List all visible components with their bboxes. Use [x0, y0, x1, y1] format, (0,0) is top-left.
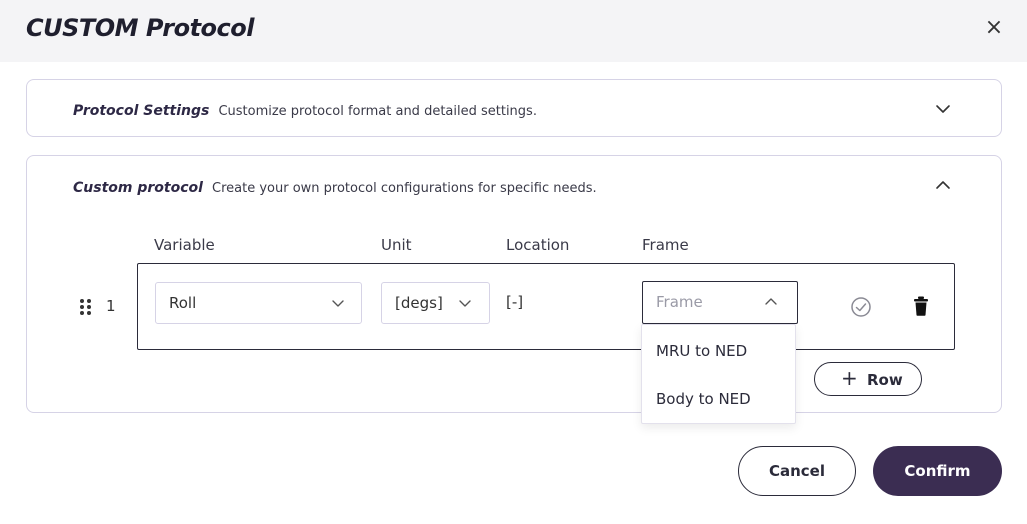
chevron-down-icon[interactable] — [933, 99, 953, 119]
column-header-unit: Unit — [381, 236, 412, 254]
location-value: [-] — [506, 293, 524, 311]
custom-protocol-title: Custom protocol — [73, 180, 203, 196]
protocol-settings-header: Protocol Settings Customize protocol for… — [73, 100, 537, 119]
close-icon[interactable]: × — [982, 16, 1006, 40]
chevron-down-icon — [332, 300, 344, 307]
add-row-label: Row — [867, 371, 903, 389]
unit-select-value: [degs] — [395, 294, 443, 312]
dropdown-option-body-to-ned[interactable]: Body to NED — [656, 390, 751, 408]
custom-protocol-description: Create your own protocol configurations … — [212, 181, 597, 196]
chevron-up-icon[interactable] — [933, 175, 953, 195]
row-index: 1 — [106, 297, 116, 315]
frame-dropdown-menu: MRU to NED Body to NED — [641, 324, 796, 424]
column-header-frame: Frame — [642, 236, 689, 254]
variable-select[interactable]: Roll — [155, 282, 362, 324]
variable-select-value: Roll — [169, 294, 197, 312]
column-header-variable: Variable — [154, 236, 215, 254]
protocol-settings-description: Customize protocol format and detailed s… — [218, 104, 537, 119]
unit-select[interactable]: [degs] — [381, 282, 490, 324]
plus-icon: + — [841, 366, 858, 390]
column-header-location: Location — [506, 236, 570, 254]
protocol-settings-title: Protocol Settings — [73, 103, 210, 119]
drag-handle-icon[interactable] — [79, 298, 93, 316]
cancel-button[interactable]: Cancel — [738, 446, 856, 496]
chevron-down-icon — [459, 300, 471, 307]
frame-select-placeholder: Frame — [656, 293, 703, 311]
frame-select[interactable]: Frame — [642, 281, 798, 324]
chevron-up-icon — [765, 298, 777, 305]
custom-protocol-header: Custom protocol Create your own protocol… — [73, 177, 597, 196]
protocol-settings-panel[interactable]: Protocol Settings Customize protocol for… — [26, 79, 1002, 137]
dialog-header: CUSTOM Protocol × — [0, 0, 1027, 62]
trash-icon[interactable] — [913, 296, 929, 316]
dropdown-option-mru-to-ned[interactable]: MRU to NED — [656, 342, 747, 360]
check-circle-icon[interactable] — [850, 296, 872, 318]
custom-protocol-panel: Custom protocol Create your own protocol… — [26, 155, 1002, 413]
confirm-button[interactable]: Confirm — [873, 446, 1002, 496]
add-row-button[interactable]: + Row — [814, 362, 922, 396]
dialog-title: CUSTOM Protocol — [26, 14, 254, 42]
